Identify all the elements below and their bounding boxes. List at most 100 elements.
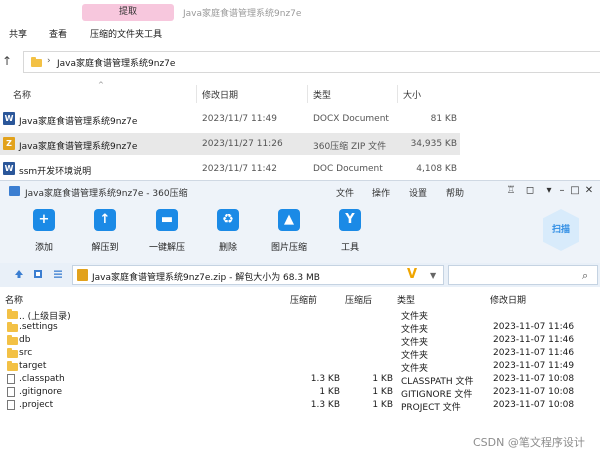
- chevron-down-icon[interactable]: ▼: [430, 271, 436, 280]
- tools-button[interactable]: Y 工具: [320, 209, 380, 253]
- zip-archive-icon: [77, 269, 88, 281]
- archive-path-text: Java家庭食谱管理系统9nz7e.zip - 解包大小为 68.3 MB: [92, 273, 320, 283]
- archive-file-list: 名称 压缩前 压缩后 类型 修改日期 .. (上级目录) 文件夹 .settin…: [0, 287, 600, 454]
- virus-scan-v-icon[interactable]: V: [407, 267, 417, 282]
- list-view-icon[interactable]: [53, 269, 63, 279]
- list-item[interactable]: target 文件夹 2023-11-07 11:49: [0, 360, 600, 374]
- list-item[interactable]: .classpath 1.3 KB 1 KB CLASSPATH 文件 2023…: [0, 373, 600, 387]
- address-bar[interactable]: › Java家庭食谱管理系统9nz7e: [23, 51, 600, 73]
- file-row[interactable]: W ssm开发环境说明 2023/11/7 11:42 DOC Document…: [0, 158, 460, 180]
- archive-path-field[interactable]: Java家庭食谱管理系统9nz7e.zip - 解包大小为 68.3 MB V …: [72, 265, 444, 285]
- file-icon: [7, 400, 15, 410]
- item-date: 2023-11-07 10:08: [493, 400, 575, 410]
- zip-toolbar: + 添加 ↑ 解压到 ▬ 一键解压 ♻ 删除 ▲ 图片压缩 Y 工具 扫描: [0, 201, 600, 263]
- file-icon: [7, 387, 15, 397]
- menu-actions[interactable]: 操作: [372, 186, 390, 199]
- item-name: .classpath: [19, 374, 65, 384]
- folder-icon: [7, 322, 18, 332]
- one-click-extract-icon: ▬: [156, 209, 178, 231]
- column-size[interactable]: 大小: [403, 88, 421, 101]
- item-date: 2023-11-07 11:46: [493, 348, 575, 358]
- delete-button[interactable]: ♻ 删除: [198, 209, 258, 253]
- list-item[interactable]: db 文件夹 2023-11-07 11:46: [0, 334, 600, 348]
- item-date: 2023-11-07 10:08: [493, 374, 575, 384]
- zip-archive-icon: Z: [3, 137, 15, 150]
- menu-settings[interactable]: 设置: [409, 186, 427, 199]
- column-name[interactable]: 名称: [13, 88, 31, 101]
- skin-icon[interactable]: ♖: [505, 184, 517, 198]
- column-divider[interactable]: [196, 85, 197, 103]
- image-compress-button[interactable]: ▲ 图片压缩: [259, 209, 319, 253]
- file-row-selected[interactable]: Z Java家庭食谱管理系统9nz7e 2023/11/27 11:26 360…: [0, 133, 460, 155]
- item-size-before: 1 KB: [319, 387, 340, 397]
- image-compress-icon: ▲: [278, 209, 300, 231]
- thumbnail-view-icon[interactable]: [33, 269, 43, 279]
- add-icon: +: [33, 209, 55, 231]
- column-type[interactable]: 类型: [397, 293, 415, 306]
- folder-icon: [7, 361, 18, 371]
- item-date: 2023-11-07 10:08: [493, 387, 575, 397]
- delete-icon: ♻: [217, 209, 239, 231]
- sort-up-icon: ^: [98, 81, 104, 89]
- tab-view[interactable]: 查看: [49, 27, 67, 40]
- file-date: 2023/11/27 11:26: [202, 139, 283, 149]
- column-modified[interactable]: 修改日期: [490, 293, 526, 306]
- item-size-before: 1.3 KB: [310, 400, 340, 410]
- scan-button[interactable]: 扫描: [543, 209, 579, 251]
- search-input[interactable]: ⌕: [448, 265, 598, 285]
- item-date: 2023-11-07 11:46: [493, 335, 575, 345]
- file-row[interactable]: W Java家庭食谱管理系统9nz7e 2023/11/7 11:49 DOCX…: [0, 108, 460, 130]
- up-level-icon[interactable]: [14, 269, 24, 279]
- item-name: src: [19, 348, 33, 358]
- list-item[interactable]: src 文件夹 2023-11-07 11:46: [0, 347, 600, 361]
- item-size-after: 1 KB: [372, 400, 393, 410]
- maximize-icon[interactable]: □: [569, 184, 581, 198]
- word-doc-icon: W: [3, 112, 15, 125]
- address-path: Java家庭食谱管理系统9nz7e: [57, 59, 176, 69]
- zip-archive-window: Java家庭食谱管理系统9nz7e - 360压缩 文件 操作 设置 帮助 ♖ …: [0, 180, 600, 454]
- chevron-right-icon[interactable]: ›: [47, 56, 51, 66]
- zip-title-bar[interactable]: Java家庭食谱管理系统9nz7e - 360压缩 文件 操作 设置 帮助 ♖ …: [0, 181, 600, 201]
- file-size: 34,935 KB: [410, 139, 457, 149]
- tools-icon: Y: [339, 209, 361, 231]
- column-type[interactable]: 类型: [313, 88, 331, 101]
- up-arrow-icon[interactable]: ↑: [2, 54, 12, 68]
- file-type: DOCX Document: [313, 114, 389, 124]
- search-icon[interactable]: ⌕: [582, 269, 588, 283]
- list-item[interactable]: .gitignore 1 KB 1 KB GITIGNORE 文件 2023-1…: [0, 386, 600, 400]
- menu-file[interactable]: 文件: [336, 186, 354, 199]
- window-title: Java家庭食谱管理系统9nz7e: [183, 9, 302, 19]
- tab-compressed-folder-tools[interactable]: 压缩的文件夹工具: [90, 27, 162, 40]
- one-click-extract-button[interactable]: ▬ 一键解压: [137, 209, 197, 253]
- folder-icon: [7, 309, 18, 319]
- file-name: Java家庭食谱管理系统9nz7e: [19, 117, 138, 127]
- file-type: 360压缩 ZIP 文件: [313, 142, 387, 152]
- column-size-after[interactable]: 压缩后: [345, 293, 372, 306]
- column-divider[interactable]: [397, 85, 398, 103]
- close-icon[interactable]: ✕: [583, 184, 595, 198]
- list-item-parent-dir[interactable]: .. (上级目录) 文件夹: [0, 308, 600, 322]
- item-name: db: [19, 335, 31, 345]
- item-date: 2023-11-07 11:49: [493, 361, 575, 371]
- column-date[interactable]: 修改日期: [202, 88, 238, 101]
- extract-to-button[interactable]: ↑ 解压到: [75, 209, 135, 253]
- watermark-text: CSDN @笔文程序设计: [473, 436, 585, 449]
- file-date: 2023/11/7 11:49: [202, 114, 277, 124]
- column-size-before[interactable]: 压缩前: [290, 293, 317, 306]
- column-name[interactable]: 名称: [5, 293, 23, 306]
- app-360zip-icon: [9, 186, 20, 196]
- menu-dropdown-icon[interactable]: ▾: [543, 184, 555, 198]
- item-name: .settings: [19, 322, 58, 332]
- minimize-icon[interactable]: –: [556, 184, 568, 198]
- folder-icon: [31, 57, 42, 67]
- tab-extract[interactable]: 提取: [82, 4, 174, 21]
- list-item[interactable]: .settings 文件夹 2023-11-07 11:46: [0, 321, 600, 335]
- word-doc-icon: W: [3, 162, 15, 175]
- list-item[interactable]: .project 1.3 KB 1 KB PROJECT 文件 2023-11-…: [0, 399, 600, 413]
- column-divider[interactable]: [307, 85, 308, 103]
- add-button[interactable]: + 添加: [14, 209, 74, 253]
- item-name: .project: [19, 400, 54, 410]
- tab-share[interactable]: 共享: [9, 27, 27, 40]
- feedback-icon[interactable]: ◻: [524, 184, 536, 198]
- menu-help[interactable]: 帮助: [446, 186, 464, 199]
